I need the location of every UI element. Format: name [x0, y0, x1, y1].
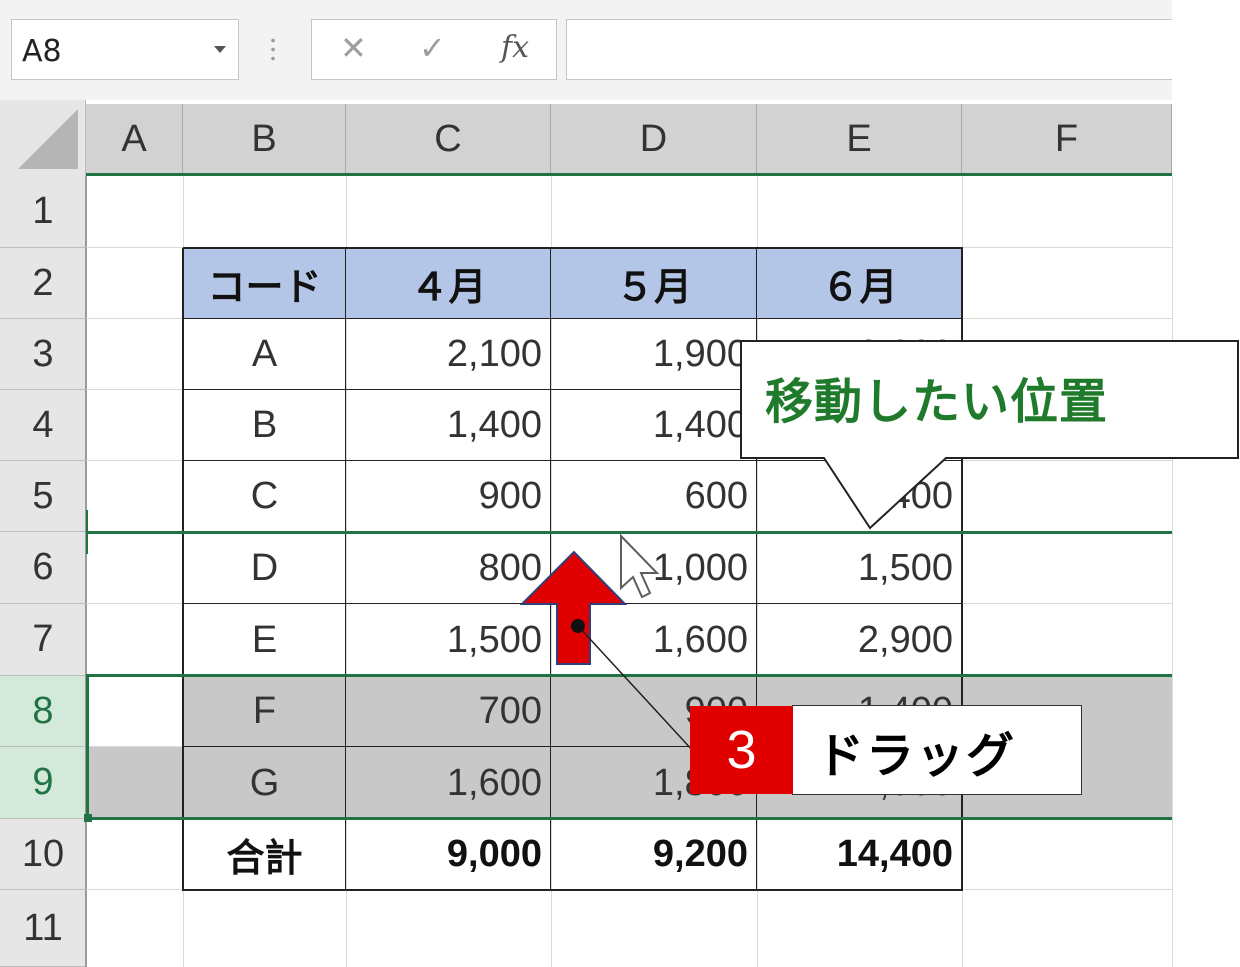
step-label: ドラッグ	[816, 728, 1017, 784]
connector-line	[577, 625, 695, 753]
connector-dot	[571, 619, 585, 633]
step-number: 3	[690, 706, 793, 794]
up-arrow-icon	[519, 550, 628, 665]
annotation-layer	[519, 340, 1239, 753]
callout-text: 移動したい位置	[765, 374, 1109, 430]
mouse-cursor-icon	[620, 533, 660, 599]
